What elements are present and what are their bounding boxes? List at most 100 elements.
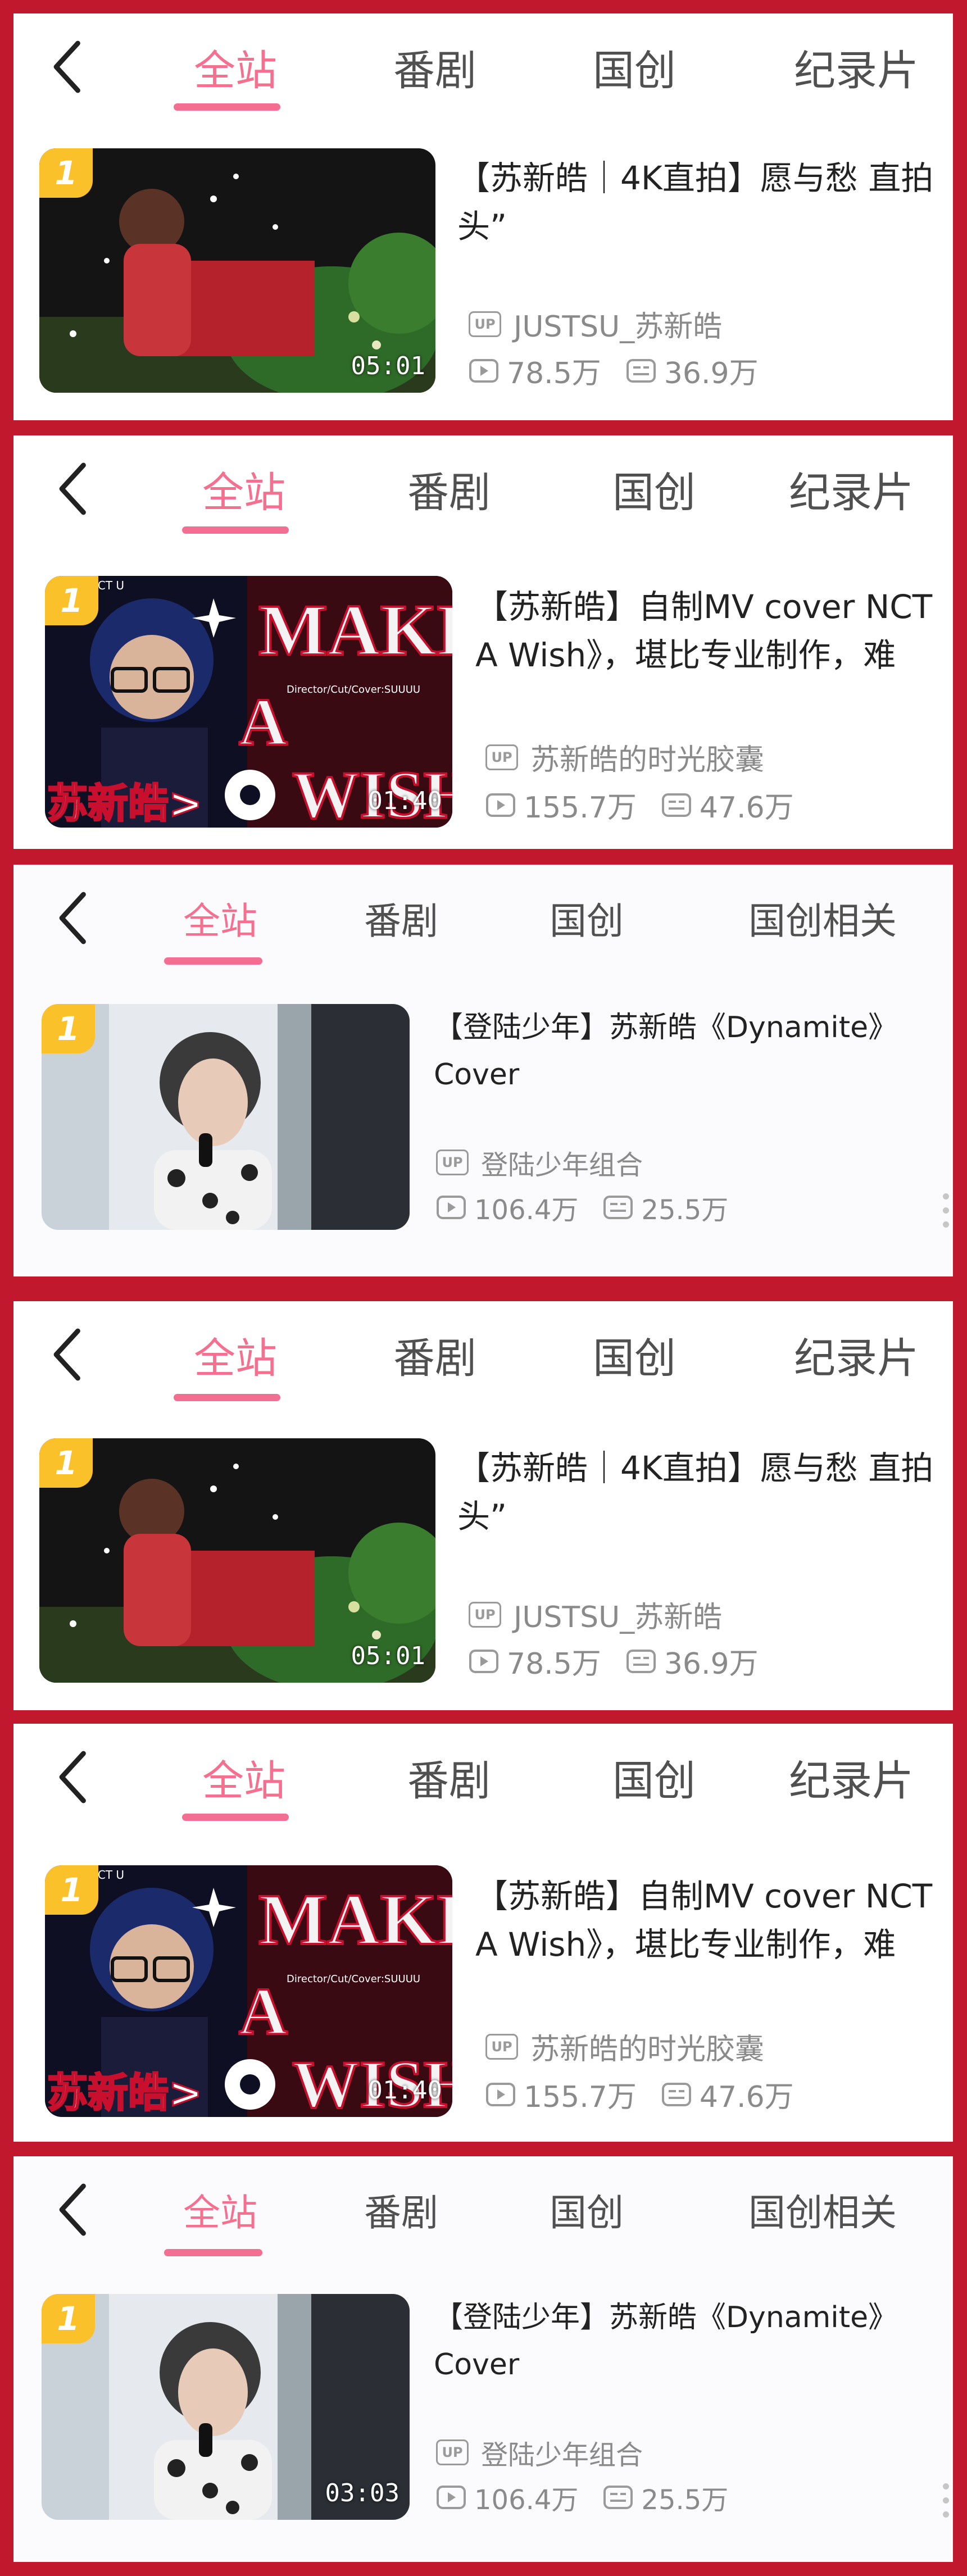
video-thumbnail[interactable]: 1 05:01 xyxy=(39,1438,435,1683)
video-title-line-1: 【苏新皓】自制MV cover NCT xyxy=(475,1877,933,1915)
play-count: 155.7万 xyxy=(524,2080,637,2114)
back-arrow-icon[interactable] xyxy=(54,887,93,949)
tab-documentary[interactable]: 纪录片 xyxy=(789,435,953,542)
tab-guochuang[interactable]: 国创 xyxy=(592,1724,716,1830)
play-count: 106.4万 xyxy=(474,2484,579,2516)
tab-guochuang[interactable]: 国创 xyxy=(592,435,716,542)
uploader-row[interactable]: UP 苏新皓的时光胶囊 xyxy=(485,2025,764,2068)
active-tab-underline xyxy=(182,526,289,534)
video-title-line-2: Cover xyxy=(434,2348,520,2382)
more-options-icon[interactable] xyxy=(943,1193,950,1235)
result-panel-6: 全站 番剧 国创 国创相关 1 03:03 【登陆少年】苏新皓《Dynamite xyxy=(13,2156,953,2562)
back-arrow-icon[interactable] xyxy=(48,1324,88,1385)
uploader-name: JUSTSU_苏新皓 xyxy=(514,1601,723,1634)
danmaku-count: 25.5万 xyxy=(641,2484,729,2516)
tab-guochuang[interactable]: 国创 xyxy=(573,13,696,120)
tab-guochuang[interactable]: 国创 xyxy=(530,2156,643,2263)
uploader-row[interactable]: UP JUSTSU_苏新皓 xyxy=(469,1593,722,1635)
more-options-icon[interactable] xyxy=(943,2483,950,2525)
rank-badge: 1 xyxy=(45,576,98,625)
video-title[interactable]: 【登陆少年】苏新皓《Dynamite》 Cover xyxy=(434,1004,897,1098)
tab-bangumi[interactable]: 番剧 xyxy=(373,13,497,120)
danmaku-count: 47.6万 xyxy=(699,791,794,825)
stats-row: 106.4万 25.5万 xyxy=(436,1188,728,1227)
video-title-line-1: 【苏新皓｜4K直拍】愿与愁 直拍 xyxy=(457,159,934,197)
stats-row: 155.7万 47.6万 xyxy=(485,2073,794,2115)
tab-bangumi[interactable]: 番剧 xyxy=(345,2156,457,2263)
up-icon: UP xyxy=(436,1150,469,1175)
result-panel-3: 全站 番剧 国创 国创相关 1 【登陆少年】苏新皓《Dynamite》 Cove xyxy=(13,865,953,1276)
tab-bangumi[interactable]: 番剧 xyxy=(387,1724,511,1830)
back-arrow-icon[interactable] xyxy=(54,458,93,520)
video-thumbnail[interactable]: 1 03:03 xyxy=(42,2294,410,2520)
tab-documentary[interactable]: 纪录片 xyxy=(772,1301,941,1408)
video-title[interactable]: 【苏新皓】自制MV cover NCT A Wish》，堪比专业制作，难 xyxy=(475,1872,932,1969)
back-arrow-icon[interactable] xyxy=(54,2179,93,2241)
video-title[interactable]: 【苏新皓】自制MV cover NCT A Wish》，堪比专业制作，难 xyxy=(475,583,932,679)
tab-bangumi[interactable]: 番剧 xyxy=(345,865,457,971)
uploader-row[interactable]: UP JUSTSU_苏新皓 xyxy=(469,303,722,345)
play-count-icon xyxy=(437,2486,466,2509)
uploader-name: 登陆少年组合 xyxy=(481,1150,643,1181)
uploader-row[interactable]: UP 登陆少年组合 xyxy=(436,1143,643,1182)
tab-bangumi[interactable]: 番剧 xyxy=(387,435,511,542)
up-icon: UP xyxy=(485,2033,518,2060)
tab-bangumi[interactable]: 番剧 xyxy=(373,1301,497,1408)
tab-bar: 全站 番剧 国创 国创相关 xyxy=(13,2156,953,2263)
tab-all[interactable]: 全站 xyxy=(164,2156,276,2263)
active-tab-underline xyxy=(164,957,262,965)
tab-bar: 全站 番剧 国创 纪录片 xyxy=(13,435,953,542)
tab-guochuang-related[interactable]: 国创相关 xyxy=(727,865,918,971)
play-count-icon xyxy=(486,793,515,817)
result-panel-5: 全站 番剧 国创 纪录片 BY:NCT U MAKE Director/Cut/… xyxy=(13,1724,953,2142)
thumb-text-credit: Director/Cut/Cover:SUUUU xyxy=(287,1973,420,1985)
video-title[interactable]: 【登陆少年】苏新皓《Dynamite》 Cover xyxy=(434,2294,897,2388)
back-arrow-icon[interactable] xyxy=(48,36,88,98)
danmaku-count-icon xyxy=(661,2082,691,2106)
thumb-text-name: 苏新皓> xyxy=(47,2069,202,2116)
danmaku-count-icon xyxy=(626,1649,656,1673)
tab-documentary[interactable]: 纪录片 xyxy=(772,13,941,120)
tab-all[interactable]: 全站 xyxy=(174,1301,297,1408)
result-panel-1: 全站 番剧 国创 纪录片 1 05:01 【苏新皓｜4K直拍】愿与愁 直拍 头”… xyxy=(13,13,953,420)
video-thumbnail[interactable]: BY:NCT U MAKE Director/Cut/Cover:SUUUU A… xyxy=(45,576,452,828)
video-duration: 01:40 xyxy=(367,787,442,815)
uploader-row[interactable]: UP 登陆少年组合 xyxy=(436,2433,643,2472)
tab-documentary[interactable]: 纪录片 xyxy=(789,1724,953,1830)
danmaku-count: 36.9万 xyxy=(664,1647,759,1681)
play-count-icon xyxy=(437,1196,466,1219)
danmaku-count-icon xyxy=(603,2486,633,2509)
video-title-line-2: A Wish》，堪比专业制作，难 xyxy=(475,1925,896,1964)
play-count-icon xyxy=(469,1649,498,1673)
play-count: 155.7万 xyxy=(524,791,637,825)
video-title[interactable]: 【苏新皓｜4K直拍】愿与愁 直拍 头” xyxy=(457,154,933,251)
up-icon: UP xyxy=(469,311,501,337)
active-tab-underline xyxy=(174,1394,280,1401)
thumb-text-a: A xyxy=(239,684,288,759)
active-tab-underline xyxy=(182,1814,289,1821)
thumb-text-make: MAKE xyxy=(258,590,452,671)
video-duration: 03:03 xyxy=(325,2479,399,2507)
tab-guochuang[interactable]: 国创 xyxy=(573,1301,696,1408)
rank-badge: 1 xyxy=(39,148,93,198)
video-title[interactable]: 【苏新皓｜4K直拍】愿与愁 直拍 头” xyxy=(457,1444,933,1541)
danmaku-count: 47.6万 xyxy=(699,2080,794,2114)
tab-guochuang[interactable]: 国创 xyxy=(530,865,643,971)
video-thumbnail[interactable]: 1 05:01 xyxy=(39,148,435,393)
stats-row: 155.7万 47.6万 xyxy=(485,784,794,826)
video-thumbnail[interactable]: 1 xyxy=(42,1004,410,1230)
tab-all[interactable]: 全站 xyxy=(164,865,276,971)
danmaku-count-icon xyxy=(626,358,656,383)
tab-guochuang-related[interactable]: 国创相关 xyxy=(727,2156,918,2263)
video-title-line-2: Cover xyxy=(434,1058,520,1092)
uploader-name: 苏新皓的时光胶囊 xyxy=(530,743,765,777)
video-duration: 01:40 xyxy=(367,2076,442,2105)
uploader-name: JUSTSU_苏新皓 xyxy=(514,310,723,344)
video-thumbnail[interactable]: BY:NCT U MAKE Director/Cut/Cover:SUUUU A… xyxy=(45,1865,452,2117)
thumb-text-make: MAKE xyxy=(258,1879,452,1960)
tab-bar: 全站 番剧 国创 纪录片 xyxy=(13,1301,953,1408)
uploader-row[interactable]: UP 苏新皓的时光胶囊 xyxy=(485,736,764,778)
video-duration: 05:01 xyxy=(351,1642,425,1670)
play-count: 78.5万 xyxy=(507,1647,601,1681)
back-arrow-icon[interactable] xyxy=(54,1746,93,1808)
